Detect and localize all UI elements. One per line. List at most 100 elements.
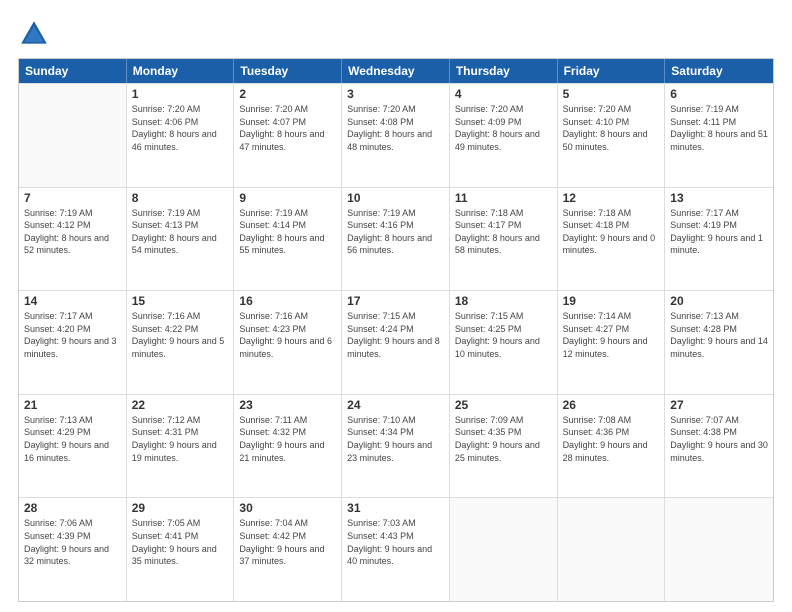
cell-info: Sunrise: 7:19 AMSunset: 4:13 PMDaylight:… (132, 207, 229, 257)
calendar-cell: 29 Sunrise: 7:05 AMSunset: 4:41 PMDayligh… (127, 498, 235, 601)
calendar-cell: 2 Sunrise: 7:20 AMSunset: 4:07 PMDaylight… (234, 84, 342, 187)
calendar-row: 1Sunrise: 7:20 AMSunset: 4:06 PMDaylight… (19, 83, 773, 187)
day-number: 5 (563, 87, 660, 101)
cell-info: Sunrise: 7:05 AMSunset: 4:41 PMDaylight:… (132, 517, 229, 567)
day-number: 2 (239, 87, 336, 101)
header-day: Wednesday (342, 59, 450, 83)
day-number: 9 (239, 191, 336, 205)
calendar-cell: 22Sunrise: 7:12 AMSunset: 4:31 PMDayligh… (127, 395, 235, 498)
calendar-cell: 13 Sunrise: 7:17 AMSunset: 4:19 PMDayligh… (665, 188, 773, 291)
day-number: 22 (132, 398, 229, 412)
calendar-body: 1Sunrise: 7:20 AMSunset: 4:06 PMDaylight… (19, 83, 773, 601)
page: SundayMondayTuesdayWednesdayThursdayFrid… (0, 0, 792, 612)
calendar-cell: 30Sunrise: 7:04 AMSunset: 4:42 PMDayligh… (234, 498, 342, 601)
calendar-row: 7 Sunrise: 7:19 AMSunset: 4:12 PMDaylight… (19, 187, 773, 291)
calendar-cell: 28 Sunrise: 7:06 AMSunset: 4:39 PMDayligh… (19, 498, 127, 601)
cell-info: Sunrise: 7:07 AMSunset: 4:38 PMDaylight:… (670, 414, 768, 464)
day-number: 7 (24, 191, 121, 205)
day-number: 16 (239, 294, 336, 308)
cell-info: Sunrise: 7:20 AMSunset: 4:09 PMDaylight:… (455, 103, 552, 153)
cell-info: Sunrise: 7:09 AMSunset: 4:35 PMDaylight:… (455, 414, 552, 464)
cell-info: Sunrise: 7:13 AMSunset: 4:28 PMDaylight:… (670, 310, 768, 360)
calendar-header: SundayMondayTuesdayWednesdayThursdayFrid… (19, 59, 773, 83)
day-number: 14 (24, 294, 121, 308)
calendar-cell (665, 498, 773, 601)
calendar-cell: 17Sunrise: 7:15 AMSunset: 4:24 PMDayligh… (342, 291, 450, 394)
calendar-cell: 3 Sunrise: 7:20 AMSunset: 4:08 PMDaylight… (342, 84, 450, 187)
calendar-cell: 4 Sunrise: 7:20 AMSunset: 4:09 PMDaylight… (450, 84, 558, 187)
calendar: SundayMondayTuesdayWednesdayThursdayFrid… (18, 58, 774, 602)
day-number: 19 (563, 294, 660, 308)
day-number: 29 (132, 501, 229, 515)
calendar-cell: 23 Sunrise: 7:11 AMSunset: 4:32 PMDayligh… (234, 395, 342, 498)
calendar-cell: 25 Sunrise: 7:09 AMSunset: 4:35 PMDayligh… (450, 395, 558, 498)
cell-info: Sunrise: 7:14 AMSunset: 4:27 PMDaylight:… (563, 310, 660, 360)
calendar-cell (19, 84, 127, 187)
cell-info: Sunrise: 7:19 AMSunset: 4:14 PMDaylight:… (239, 207, 336, 257)
calendar-cell: 12 Sunrise: 7:18 AMSunset: 4:18 PMDayligh… (558, 188, 666, 291)
header (18, 18, 774, 50)
cell-info: Sunrise: 7:10 AMSunset: 4:34 PMDaylight:… (347, 414, 444, 464)
day-number: 3 (347, 87, 444, 101)
calendar-cell: 18Sunrise: 7:15 AMSunset: 4:25 PMDayligh… (450, 291, 558, 394)
calendar-row: 28 Sunrise: 7:06 AMSunset: 4:39 PMDayligh… (19, 497, 773, 601)
day-number: 1 (132, 87, 229, 101)
calendar-row: 14 Sunrise: 7:17 AMSunset: 4:20 PMDayligh… (19, 290, 773, 394)
calendar-cell: 20 Sunrise: 7:13 AMSunset: 4:28 PMDayligh… (665, 291, 773, 394)
calendar-cell: 11Sunrise: 7:18 AMSunset: 4:17 PMDayligh… (450, 188, 558, 291)
header-day: Friday (558, 59, 666, 83)
day-number: 10 (347, 191, 444, 205)
day-number: 28 (24, 501, 121, 515)
day-number: 24 (347, 398, 444, 412)
cell-info: Sunrise: 7:18 AMSunset: 4:18 PMDaylight:… (563, 207, 660, 257)
calendar-cell: 16 Sunrise: 7:16 AMSunset: 4:23 PMDayligh… (234, 291, 342, 394)
cell-info: Sunrise: 7:16 AMSunset: 4:23 PMDaylight:… (239, 310, 336, 360)
cell-info: Sunrise: 7:20 AMSunset: 4:10 PMDaylight:… (563, 103, 660, 153)
cell-info: Sunrise: 7:20 AMSunset: 4:07 PMDaylight:… (239, 103, 336, 153)
day-number: 31 (347, 501, 444, 515)
header-day: Sunday (19, 59, 127, 83)
cell-info: Sunrise: 7:04 AMSunset: 4:42 PMDaylight:… (239, 517, 336, 567)
header-day: Monday (127, 59, 235, 83)
cell-info: Sunrise: 7:19 AMSunset: 4:16 PMDaylight:… (347, 207, 444, 257)
calendar-cell: 9 Sunrise: 7:19 AMSunset: 4:14 PMDaylight… (234, 188, 342, 291)
calendar-cell: 10 Sunrise: 7:19 AMSunset: 4:16 PMDayligh… (342, 188, 450, 291)
calendar-cell: 6 Sunrise: 7:19 AMSunset: 4:11 PMDaylight… (665, 84, 773, 187)
cell-info: Sunrise: 7:03 AMSunset: 4:43 PMDaylight:… (347, 517, 444, 567)
cell-info: Sunrise: 7:19 AMSunset: 4:12 PMDaylight:… (24, 207, 121, 257)
logo (18, 18, 54, 50)
day-number: 12 (563, 191, 660, 205)
cell-info: Sunrise: 7:20 AMSunset: 4:08 PMDaylight:… (347, 103, 444, 153)
calendar-row: 21Sunrise: 7:13 AMSunset: 4:29 PMDayligh… (19, 394, 773, 498)
cell-info: Sunrise: 7:08 AMSunset: 4:36 PMDaylight:… (563, 414, 660, 464)
cell-info: Sunrise: 7:17 AMSunset: 4:20 PMDaylight:… (24, 310, 121, 360)
day-number: 21 (24, 398, 121, 412)
day-number: 26 (563, 398, 660, 412)
header-day: Tuesday (234, 59, 342, 83)
calendar-cell: 24 Sunrise: 7:10 AMSunset: 4:34 PMDayligh… (342, 395, 450, 498)
day-number: 23 (239, 398, 336, 412)
calendar-cell: 8 Sunrise: 7:19 AMSunset: 4:13 PMDaylight… (127, 188, 235, 291)
day-number: 17 (347, 294, 444, 308)
header-day: Saturday (665, 59, 773, 83)
calendar-cell: 15Sunrise: 7:16 AMSunset: 4:22 PMDayligh… (127, 291, 235, 394)
calendar-cell: 14 Sunrise: 7:17 AMSunset: 4:20 PMDayligh… (19, 291, 127, 394)
day-number: 6 (670, 87, 768, 101)
day-number: 25 (455, 398, 552, 412)
calendar-cell: 5 Sunrise: 7:20 AMSunset: 4:10 PMDaylight… (558, 84, 666, 187)
day-number: 11 (455, 191, 552, 205)
calendar-cell: 19 Sunrise: 7:14 AMSunset: 4:27 PMDayligh… (558, 291, 666, 394)
header-day: Thursday (450, 59, 558, 83)
calendar-cell (558, 498, 666, 601)
cell-info: Sunrise: 7:11 AMSunset: 4:32 PMDaylight:… (239, 414, 336, 464)
calendar-cell (450, 498, 558, 601)
logo-icon (18, 18, 50, 50)
day-number: 13 (670, 191, 768, 205)
day-number: 20 (670, 294, 768, 308)
day-number: 8 (132, 191, 229, 205)
day-number: 4 (455, 87, 552, 101)
cell-info: Sunrise: 7:19 AMSunset: 4:11 PMDaylight:… (670, 103, 768, 153)
cell-info: Sunrise: 7:06 AMSunset: 4:39 PMDaylight:… (24, 517, 121, 567)
cell-info: Sunrise: 7:17 AMSunset: 4:19 PMDaylight:… (670, 207, 768, 257)
day-number: 27 (670, 398, 768, 412)
